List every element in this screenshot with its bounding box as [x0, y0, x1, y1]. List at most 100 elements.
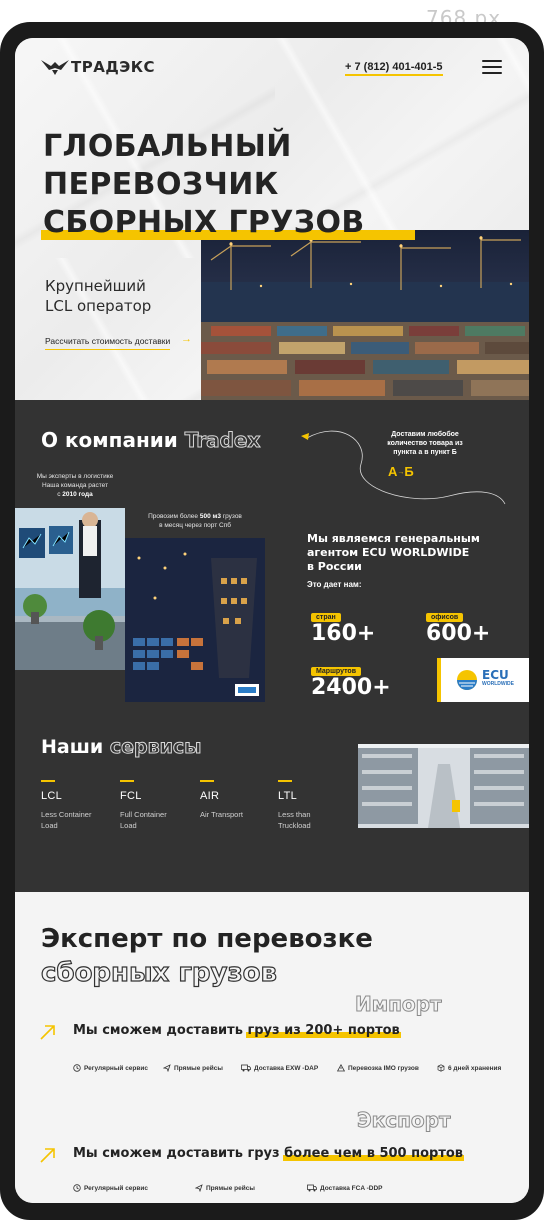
export-ghost-label: Экспорт: [357, 1108, 452, 1133]
service-description-line: Less than: [278, 810, 311, 819]
phone-link[interactable]: + 7 (812) 401-401-5: [345, 61, 443, 76]
agent-line: Мы являемся генеральным: [307, 532, 480, 545]
service-description-line: Air Transport: [200, 810, 243, 819]
gives-label: Это дает нам:: [307, 580, 362, 589]
service-accent-bar: [120, 780, 134, 782]
export-statement: Мы сможем доставить груз более чем в 500…: [73, 1146, 464, 1161]
arrow-right-icon: →: [181, 333, 192, 345]
tablet-screen: ТРАДЭКС + 7 (812) 401-401-5 ГЛОБАЛЬНЫЙ П…: [15, 38, 529, 1203]
service-air[interactable]: AIR Air Transport: [200, 780, 274, 820]
volume-unit: грузов: [222, 513, 242, 520]
service-lcl[interactable]: LCL Less Container Load: [41, 780, 115, 831]
feature-label: Прямые рейсы: [206, 1184, 255, 1192]
hero-title-line: ПЕРЕВОЗЧИК: [43, 167, 279, 202]
feature-storage-days: 6 дней хранения: [437, 1064, 501, 1072]
box-icon: [437, 1064, 445, 1072]
expert-title: Эксперт по перевозке: [41, 924, 373, 954]
volume-text: Провозим более: [148, 513, 199, 520]
export-text: Мы сможем доставить груз: [73, 1146, 280, 1161]
ecu-logo-text: ECU: [482, 668, 509, 682]
volume-note-line: в месяц через порт Спб: [159, 522, 231, 529]
feature-label: Доставка FCA -DDP: [320, 1184, 383, 1192]
since-year: 2010 года: [62, 491, 93, 498]
feature-imo-cargo: Перевозка IMO грузов: [337, 1064, 419, 1072]
hero-title: ГЛОБАЛЬНЫЙ ПЕРЕВОЗЧИК СБОРНЫХ ГРУЗОВ: [41, 128, 415, 242]
service-ltl[interactable]: LTL Less than Truckload: [278, 780, 352, 831]
export-highlight: более чем в 500 портов: [283, 1146, 464, 1161]
agent-line: в России: [307, 560, 362, 573]
feature-label: Перевозка IMO грузов: [348, 1064, 419, 1072]
feature-label: Регулярный сервис: [84, 1064, 149, 1072]
service-code: LCL: [41, 790, 63, 802]
services-title: Наши сервисы: [41, 736, 202, 759]
paper-plane-icon: [195, 1184, 203, 1192]
service-description: Less Container Load: [41, 809, 115, 831]
delivery-note-line: Доставим любобое: [391, 431, 459, 438]
feature-label: Прямые рейсы: [174, 1064, 223, 1072]
delivery-note-line: количество товара из: [387, 440, 463, 447]
hero-subtitle-line: LCL оператор: [45, 297, 152, 315]
delivery-note-line: пункта а в пункт Б: [393, 449, 457, 456]
import-ghost-label: Импорт: [355, 992, 443, 1017]
import-statement: Мы сможем доставить груз из 200+ портов: [73, 1023, 402, 1038]
paper-plane-icon: [163, 1064, 171, 1072]
agent-line: агентом ECU WORLDWIDE: [307, 546, 470, 559]
volume-value: 500 м3: [199, 513, 221, 520]
feature-delivery-exw-dap: Доставка EXW -DAP: [241, 1064, 318, 1072]
hero-title-highlight: СБОРНЫХ ГРУЗОВ: [41, 205, 415, 240]
service-accent-bar: [278, 780, 292, 782]
service-description-line: Truckload: [278, 821, 311, 830]
service-description-line: Full Container: [120, 810, 167, 819]
services-title-plain: Наши: [41, 736, 104, 758]
service-code: LTL: [278, 790, 298, 802]
feature-label: Регулярный сервис: [84, 1184, 149, 1192]
stat-value: 160+: [311, 621, 376, 646]
service-code: FCL: [120, 790, 142, 802]
container-port-aerial-image: [125, 538, 265, 702]
route-from: А: [388, 464, 398, 479]
hero-section: ТРАДЭКС + 7 (812) 401-401-5 ГЛОБАЛЬНЫЙ П…: [15, 38, 529, 400]
hero-subtitle-line: Крупнейший: [45, 277, 146, 295]
route-a-to-b: А→Б: [388, 464, 414, 479]
arrow-up-right-icon: [40, 1148, 55, 1163]
feature-direct-flights: Прямые рейсы: [163, 1064, 223, 1072]
ecu-globe-icon: [457, 670, 478, 690]
ecu-logo-sub: WORLDWIDE: [482, 681, 514, 687]
service-description-line: Load: [120, 821, 137, 830]
ecu-worldwide-logo: ECU WORLDWIDE: [437, 658, 529, 702]
tablet-frame: ТРАДЭКС + 7 (812) 401-401-5 ГЛОБАЛЬНЫЙ П…: [0, 22, 544, 1220]
feature-delivery-fca-ddp: Доставка FCA -DDP: [307, 1184, 383, 1192]
feature-label: Доставка EXW -DAP: [254, 1064, 319, 1072]
service-accent-bar: [200, 780, 214, 782]
feature-direct-flights: Прямые рейсы: [195, 1184, 255, 1192]
feature-regular-service: Регулярный сервис: [73, 1184, 148, 1192]
service-description: Air Transport: [200, 809, 274, 820]
clock-icon: [73, 1064, 81, 1072]
service-accent-bar: [41, 780, 55, 782]
clock-icon: [73, 1184, 81, 1192]
service-description: Full Container Load: [120, 809, 194, 831]
port-night-image: [201, 230, 529, 400]
agent-statement: Мы являемся генеральным агентом ECU WORL…: [307, 532, 480, 574]
about-title-plain: О компании: [41, 428, 178, 452]
calculate-cost-link[interactable]: Рассчитать стоимость доставки: [45, 336, 171, 350]
service-description-line: Less Container: [41, 810, 92, 819]
import-highlight: груз из 200+ портов: [246, 1023, 402, 1038]
feature-label: 6 дней хранения: [448, 1064, 502, 1072]
warehouse-image: [358, 744, 529, 828]
stat-countries: стран 160+: [311, 606, 376, 646]
expert-section: Эксперт по перевозке сборных грузов Импо…: [15, 892, 529, 1203]
logo[interactable]: ТРАДЭКС: [41, 58, 155, 76]
service-code: AIR: [200, 790, 220, 802]
experts-note-line: Мы эксперты в логистике: [36, 473, 114, 480]
import-text: Мы сможем доставить: [73, 1023, 243, 1038]
stat-routes: Маршрутов 2400+: [311, 660, 391, 700]
warning-icon: [337, 1064, 345, 1072]
menu-icon[interactable]: [482, 60, 502, 74]
since-prefix: с: [57, 491, 61, 498]
stat-value: 2400+: [311, 675, 391, 700]
expert-title-outline: сборных грузов: [40, 957, 277, 988]
about-title: О компании Tradex: [41, 428, 261, 453]
service-fcl[interactable]: FCL Full Container Load: [120, 780, 194, 831]
delivery-note: Доставим любобое количество товара из пу…: [381, 430, 469, 457]
